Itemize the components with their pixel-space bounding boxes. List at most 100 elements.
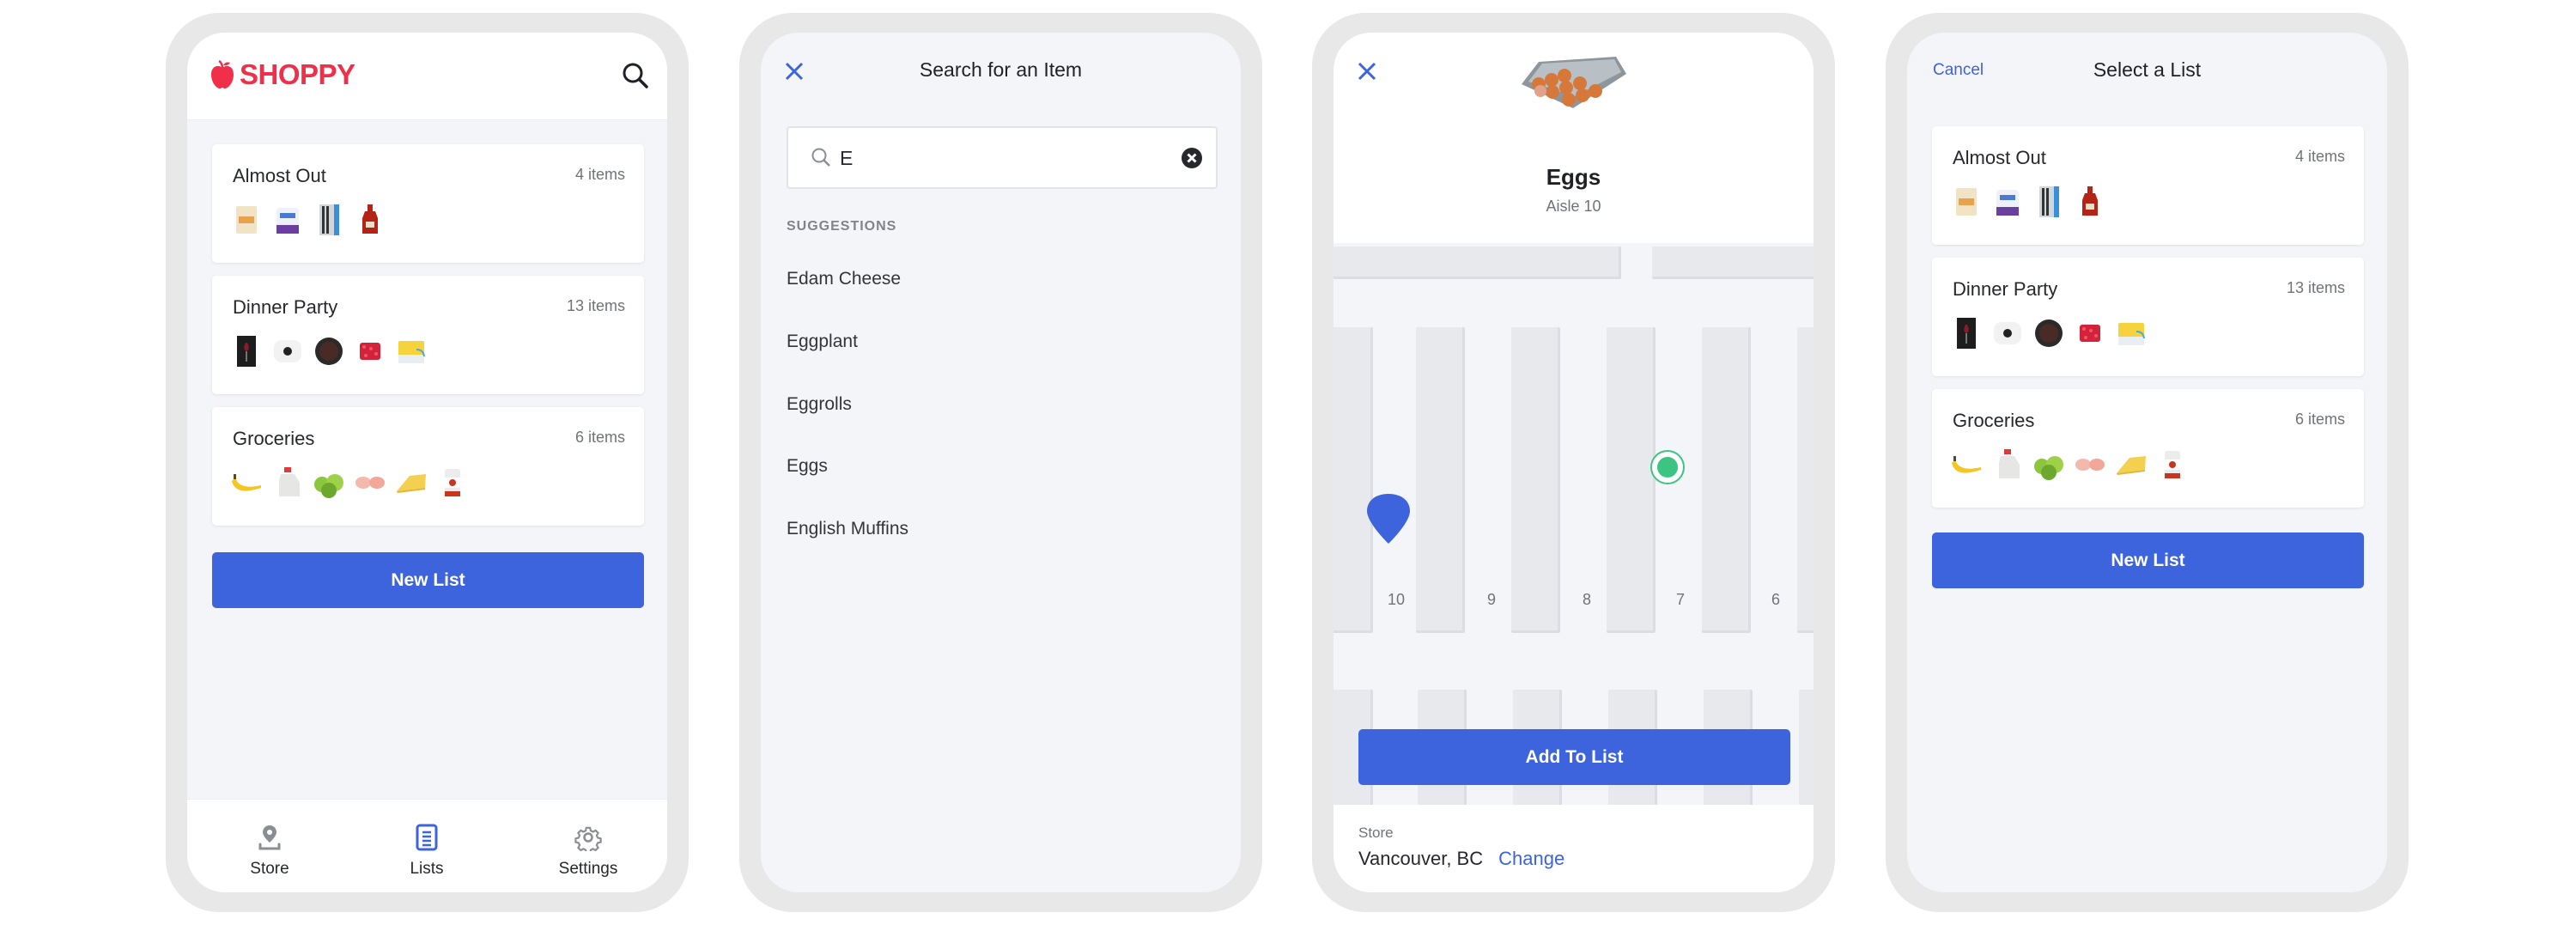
soup-can-icon [2155, 446, 2190, 484]
suggestion-item[interactable]: Eggrolls [787, 394, 852, 415]
aisle-label: 6 [1771, 591, 1780, 608]
item-count: 6 items [2294, 411, 2345, 428]
raspberries-icon [2073, 314, 2107, 352]
screen-title: Search for an Item [919, 58, 1083, 81]
raspberries-icon [353, 332, 387, 370]
list-name: Almost Out [233, 165, 326, 186]
banana-icon [1949, 446, 1984, 484]
banana-icon [229, 464, 264, 502]
list-card-dinner-party[interactable]: Dinner Party 13 items [212, 276, 644, 394]
list-name: Groceries [233, 428, 315, 449]
app-header: SHOPPY [187, 33, 667, 120]
add-to-list-button[interactable]: Add To List [1358, 729, 1790, 785]
item-screen: Eggs Aisle 10 10 9 8 7 6 Add To List Sto… [1334, 33, 1814, 892]
phone-item-screen: Eggs Aisle 10 10 9 8 7 6 Add To List Sto… [1312, 13, 1835, 912]
aisle-label: 7 [1675, 591, 1685, 608]
item-count: 13 items [566, 297, 625, 314]
logo-text: SHOPPY [240, 58, 355, 90]
nav-label: Lists [410, 860, 444, 878]
item-header: Eggs Aisle 10 [1334, 33, 1814, 243]
cheese-box-icon [2114, 314, 2148, 352]
item-count: 4 items [2294, 148, 2345, 165]
pens-icon [2032, 183, 2066, 221]
new-list-button[interactable]: New List [212, 552, 644, 608]
suggestion-item[interactable]: Edam Cheese [787, 269, 901, 289]
shrimp-icon [353, 464, 387, 502]
list-card-almost-out[interactable]: Almost Out 4 items [212, 144, 644, 263]
nav-settings[interactable]: Settings [524, 824, 653, 879]
gear-icon [574, 826, 602, 851]
suggestion-item[interactable]: Eggs [787, 456, 828, 477]
phone-select-list-screen: Cancel Select a List Almost Out 4 items Di… [1886, 13, 2409, 912]
nav-label: Store [250, 860, 289, 878]
cake-icon [2032, 314, 2066, 352]
apples-icon [2032, 446, 2066, 484]
suggestion-item[interactable]: English Muffins [787, 519, 908, 539]
list-card-groceries[interactable]: Groceries 6 items [212, 407, 644, 526]
store-value: Vancouver, BC [1358, 848, 1484, 869]
aisle-label: 8 [1582, 591, 1591, 608]
cheese-wedge-icon [394, 464, 428, 502]
store-footer: Store Vancouver, BC Change [1334, 805, 1814, 892]
flour-bag-icon [229, 201, 264, 239]
item-thumbnails [229, 464, 470, 502]
item-count: 4 items [574, 166, 625, 183]
item-thumbnails [1949, 314, 2148, 352]
logo: SHOPPY [210, 58, 355, 91]
apples-icon [312, 464, 346, 502]
nav-store[interactable]: Store [205, 824, 334, 879]
item-thumbnails [229, 332, 428, 370]
pens-icon [312, 201, 346, 239]
item-name: Eggs [1546, 164, 1601, 190]
list-card-almost-out[interactable]: Almost Out 4 items [1932, 126, 2364, 245]
list-name: Dinner Party [233, 296, 338, 318]
list-card-groceries[interactable]: Groceries 6 items [1932, 389, 2364, 508]
list-name: Groceries [1953, 410, 2035, 431]
list-name: Dinner Party [1953, 278, 2058, 300]
cheese-wedge-icon [2114, 446, 2148, 484]
aisle-label: 9 [1486, 591, 1496, 608]
wine-glasses-icon [1949, 314, 1984, 352]
screen-title: Select a List [2093, 58, 2202, 81]
cheese-box-icon [394, 332, 428, 370]
list-name: Almost Out [1953, 147, 2046, 168]
milk-jug-icon [1990, 446, 2025, 484]
search-icon [811, 148, 830, 167]
close-icon[interactable] [1358, 62, 1376, 81]
map-pin-icon [258, 825, 281, 850]
select-list-screen: Cancel Select a List Almost Out 4 items Di… [1907, 33, 2387, 892]
clear-icon[interactable] [1182, 148, 1202, 168]
store-label: Store [1358, 825, 1394, 841]
search-icon[interactable] [622, 62, 649, 89]
search-screen: Search for an Item E SUGGESTIONS Edam Ch… [761, 33, 1241, 892]
nav-lists[interactable]: Lists [362, 824, 491, 879]
new-list-button[interactable]: New List [1932, 532, 2364, 588]
item-location-pin-icon [1367, 494, 1410, 544]
flour-bag-icon [1949, 183, 1984, 221]
phone-search-screen: Search for an Item E SUGGESTIONS Edam Ch… [739, 13, 1262, 912]
eggs-image [1522, 57, 1626, 108]
suggestions-heading: SUGGESTIONS [787, 219, 897, 234]
plate-icon [270, 332, 305, 370]
item-count: 6 items [574, 429, 625, 446]
paper-towels-icon [270, 201, 305, 239]
shrimp-icon [2073, 446, 2107, 484]
soup-can-icon [435, 464, 470, 502]
milk-jug-icon [270, 464, 305, 502]
item-thumbnails [1949, 183, 2107, 221]
list-card-dinner-party[interactable]: Dinner Party 13 items [1932, 258, 2364, 376]
item-count: 13 items [2286, 279, 2345, 296]
bottom-nav: Store Lists Settings [187, 799, 667, 892]
paper-towels-icon [1990, 183, 2025, 221]
plate-icon [1990, 314, 2025, 352]
apple-icon [211, 60, 234, 88]
cake-icon [312, 332, 346, 370]
search-query: E [840, 147, 854, 169]
lists-screen: SHOPPY Almost Out 4 items Dinner Party 13 i… [187, 33, 667, 892]
change-store-link[interactable]: Change [1498, 848, 1564, 870]
ketchup-icon [353, 201, 387, 239]
search-input[interactable]: E [787, 126, 1218, 189]
suggestion-item[interactable]: Eggplant [787, 332, 858, 352]
wine-glasses-icon [229, 332, 264, 370]
current-location-icon [1650, 450, 1685, 484]
